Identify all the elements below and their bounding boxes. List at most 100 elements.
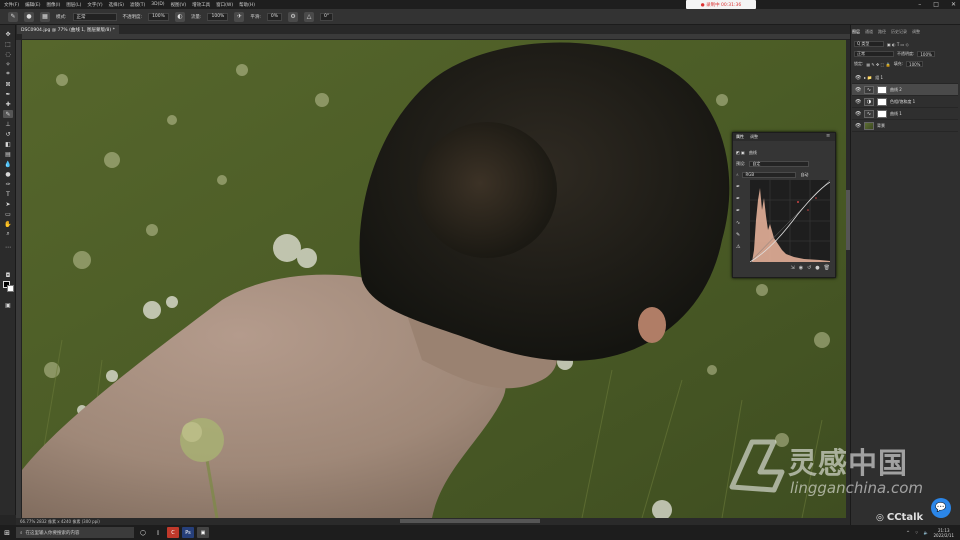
reset-icon[interactable]: ↺ <box>807 265 811 271</box>
tab-paths[interactable]: 路径 <box>878 29 886 35</box>
tab-channels[interactable]: 通道 <box>865 29 873 35</box>
menu-item-plugins[interactable]: 增效工具 <box>192 2 210 8</box>
target-adjust-icon[interactable]: ☝ <box>736 172 738 177</box>
brush-tool-icon[interactable]: ✎ <box>8 11 18 22</box>
lock-icons[interactable]: ▦ ✎ ✥ ⬚ 🔒 <box>866 62 890 67</box>
curve-graph[interactable] <box>749 179 831 263</box>
brush-tool-icon[interactable]: ✎ <box>3 110 13 118</box>
pressure-opacity-icon[interactable]: ◐ <box>174 11 185 22</box>
task-view-icon[interactable]: ◯ <box>137 527 149 538</box>
quick-mask-icon[interactable]: ◘ <box>3 271 13 279</box>
curve-point-icon[interactable]: ∿ <box>736 220 740 226</box>
delete-icon[interactable]: 🗑 <box>824 265 830 271</box>
channel-select[interactable]: RGB <box>742 171 797 178</box>
clipping-warning-icon[interactable]: ⚠ <box>736 244 740 250</box>
eye-icon[interactable]: 👁 <box>855 111 861 117</box>
photoshop-icon[interactable]: Ps <box>182 527 194 538</box>
maximize-icon[interactable]: □ <box>933 1 939 8</box>
brush-preset-picker[interactable]: ● <box>24 11 34 22</box>
more-tools-icon[interactable]: ⋯ <box>3 243 13 251</box>
menu-item-help[interactable]: 帮助(H) <box>239 2 255 8</box>
tray-chevron-icon[interactable]: ^ <box>906 530 909 535</box>
eye-icon[interactable]: 👁 <box>855 75 861 81</box>
screen-mode-icon[interactable]: ▣ <box>3 301 13 309</box>
marquee-tool-icon[interactable]: ⬚ <box>3 40 13 48</box>
layer-name[interactable]: 组 1 <box>875 75 883 81</box>
tab-adjust[interactable]: 调整 <box>912 29 920 35</box>
eraser-tool-icon[interactable]: ◧ <box>3 140 13 148</box>
zoom-tool-icon[interactable]: ⌕ <box>3 230 13 238</box>
tab-layers[interactable]: 图层 <box>852 29 860 35</box>
opacity-field[interactable]: 100% <box>148 12 169 21</box>
clip-to-layer-icon[interactable]: ⇲ <box>790 265 794 271</box>
pen-tool-icon[interactable]: ✑ <box>3 180 13 188</box>
eyedropper-white-icon[interactable]: ✒ <box>736 208 740 214</box>
gradient-tool-icon[interactable]: ▤ <box>3 150 13 158</box>
clone-stamp-tool-icon[interactable]: ⊥ <box>3 120 13 128</box>
eye-icon[interactable]: 👁 <box>855 87 861 93</box>
eyedropper-black-icon[interactable]: ✒ <box>736 184 740 190</box>
minimize-icon[interactable]: – <box>918 1 921 8</box>
crop-tool-icon[interactable]: ⌗ <box>3 70 13 78</box>
quick-select-tool-icon[interactable]: ✧ <box>3 60 13 68</box>
layer-mask-thumbnail[interactable] <box>877 97 887 106</box>
volume-icon[interactable]: 🔈 <box>924 530 929 535</box>
layer-row-curves-1[interactable]: 👁 ∿ 曲线 1 <box>852 108 958 120</box>
layer-row-background[interactable]: 👁 背景 <box>852 120 958 132</box>
smoothing-field[interactable]: 0% <box>266 12 283 21</box>
airbrush-icon[interactable]: ✈ <box>234 11 245 22</box>
menu-item-filter[interactable]: 滤镜(T) <box>130 2 145 8</box>
menu-item-type[interactable]: 文字(Y) <box>87 2 102 8</box>
frame-tool-icon[interactable]: ⊠ <box>3 80 13 88</box>
dodge-tool-icon[interactable]: ● <box>3 170 13 178</box>
flow-field[interactable]: 100% <box>207 12 229 21</box>
history-brush-tool-icon[interactable]: ↺ <box>3 130 13 138</box>
layer-mask-thumbnail[interactable] <box>877 109 887 118</box>
view-previous-icon[interactable]: ◉ <box>799 265 803 271</box>
eyedropper-tool-icon[interactable]: ✒ <box>3 90 13 98</box>
visibility-icon[interactable]: ● <box>815 265 819 271</box>
healing-tool-icon[interactable]: ✚ <box>3 100 13 108</box>
path-select-tool-icon[interactable]: ➤ <box>3 200 13 208</box>
layer-name[interactable]: 曲线 2 <box>890 87 902 93</box>
eye-icon[interactable]: 👁 <box>855 123 861 129</box>
tab-properties[interactable]: 属性 <box>736 134 744 140</box>
layer-name[interactable]: 曲线 1 <box>890 111 902 117</box>
auto-button[interactable]: 自动 <box>800 172 808 178</box>
layer-fill-field[interactable]: 100% <box>906 61 924 67</box>
mode-select[interactable]: 正常 <box>72 12 117 21</box>
eyedropper-gray-icon[interactable]: ✒ <box>736 196 740 202</box>
menu-item-3d[interactable]: 3D(D) <box>151 2 164 7</box>
angle-icon[interactable]: △ <box>304 11 315 22</box>
layer-row-curves-2[interactable]: 👁 ∿ 曲线 2 <box>852 84 958 96</box>
chat-bubble-icon[interactable]: 💬 <box>931 498 951 518</box>
file-explorer-icon[interactable]: ▯ <box>152 527 164 538</box>
menu-item-layer[interactable]: 图层(L) <box>66 2 81 8</box>
menu-item-file[interactable]: 文件(F) <box>4 2 19 8</box>
taskbar-search[interactable]: ⌕ 在这里输入你要搜索的内容 <box>16 527 134 538</box>
hand-tool-icon[interactable]: ✋ <box>3 220 13 228</box>
layer-kind-filter[interactable]: Q 类型 <box>854 41 884 47</box>
layer-name[interactable]: 色相/饱和度 1 <box>890 99 915 105</box>
app-icon-dark[interactable]: ▣ <box>197 527 209 538</box>
curve-pencil-icon[interactable]: ✎ <box>736 232 740 238</box>
preset-select[interactable]: 自定 <box>749 160 810 167</box>
rectangle-tool-icon[interactable]: ▭ <box>3 210 13 218</box>
panel-menu-icon[interactable]: ≡ <box>826 133 830 139</box>
clock[interactable]: 21:13 2022/2/11 <box>933 528 954 538</box>
filter-icons[interactable]: ▣ ◐ T ▭ ◇ <box>887 42 909 47</box>
angle-field[interactable]: 0° <box>320 12 334 21</box>
smoothing-settings-icon[interactable]: ⚙ <box>288 11 299 22</box>
type-tool-icon[interactable]: T <box>3 190 13 198</box>
blend-mode-select[interactable]: 正常 <box>854 51 894 57</box>
move-tool-icon[interactable]: ✥ <box>3 30 13 38</box>
layer-row-hue-saturation[interactable]: 👁 ◑ 色相/饱和度 1 <box>852 96 958 108</box>
layer-opacity-field[interactable]: 100% <box>917 51 935 57</box>
menu-item-image[interactable]: 图像(I) <box>46 2 60 8</box>
windows-start-icon[interactable]: ⊞ <box>0 525 14 540</box>
canvas-horizontal-scroll-thumb[interactable] <box>400 519 540 523</box>
tab-adjustments[interactable]: 调整 <box>750 134 758 140</box>
app-icon-red[interactable]: C <box>167 527 179 538</box>
menu-item-window[interactable]: 窗口(W) <box>216 2 233 8</box>
layer-row-group[interactable]: 👁 ▸ 📁 组 1 <box>852 72 958 84</box>
